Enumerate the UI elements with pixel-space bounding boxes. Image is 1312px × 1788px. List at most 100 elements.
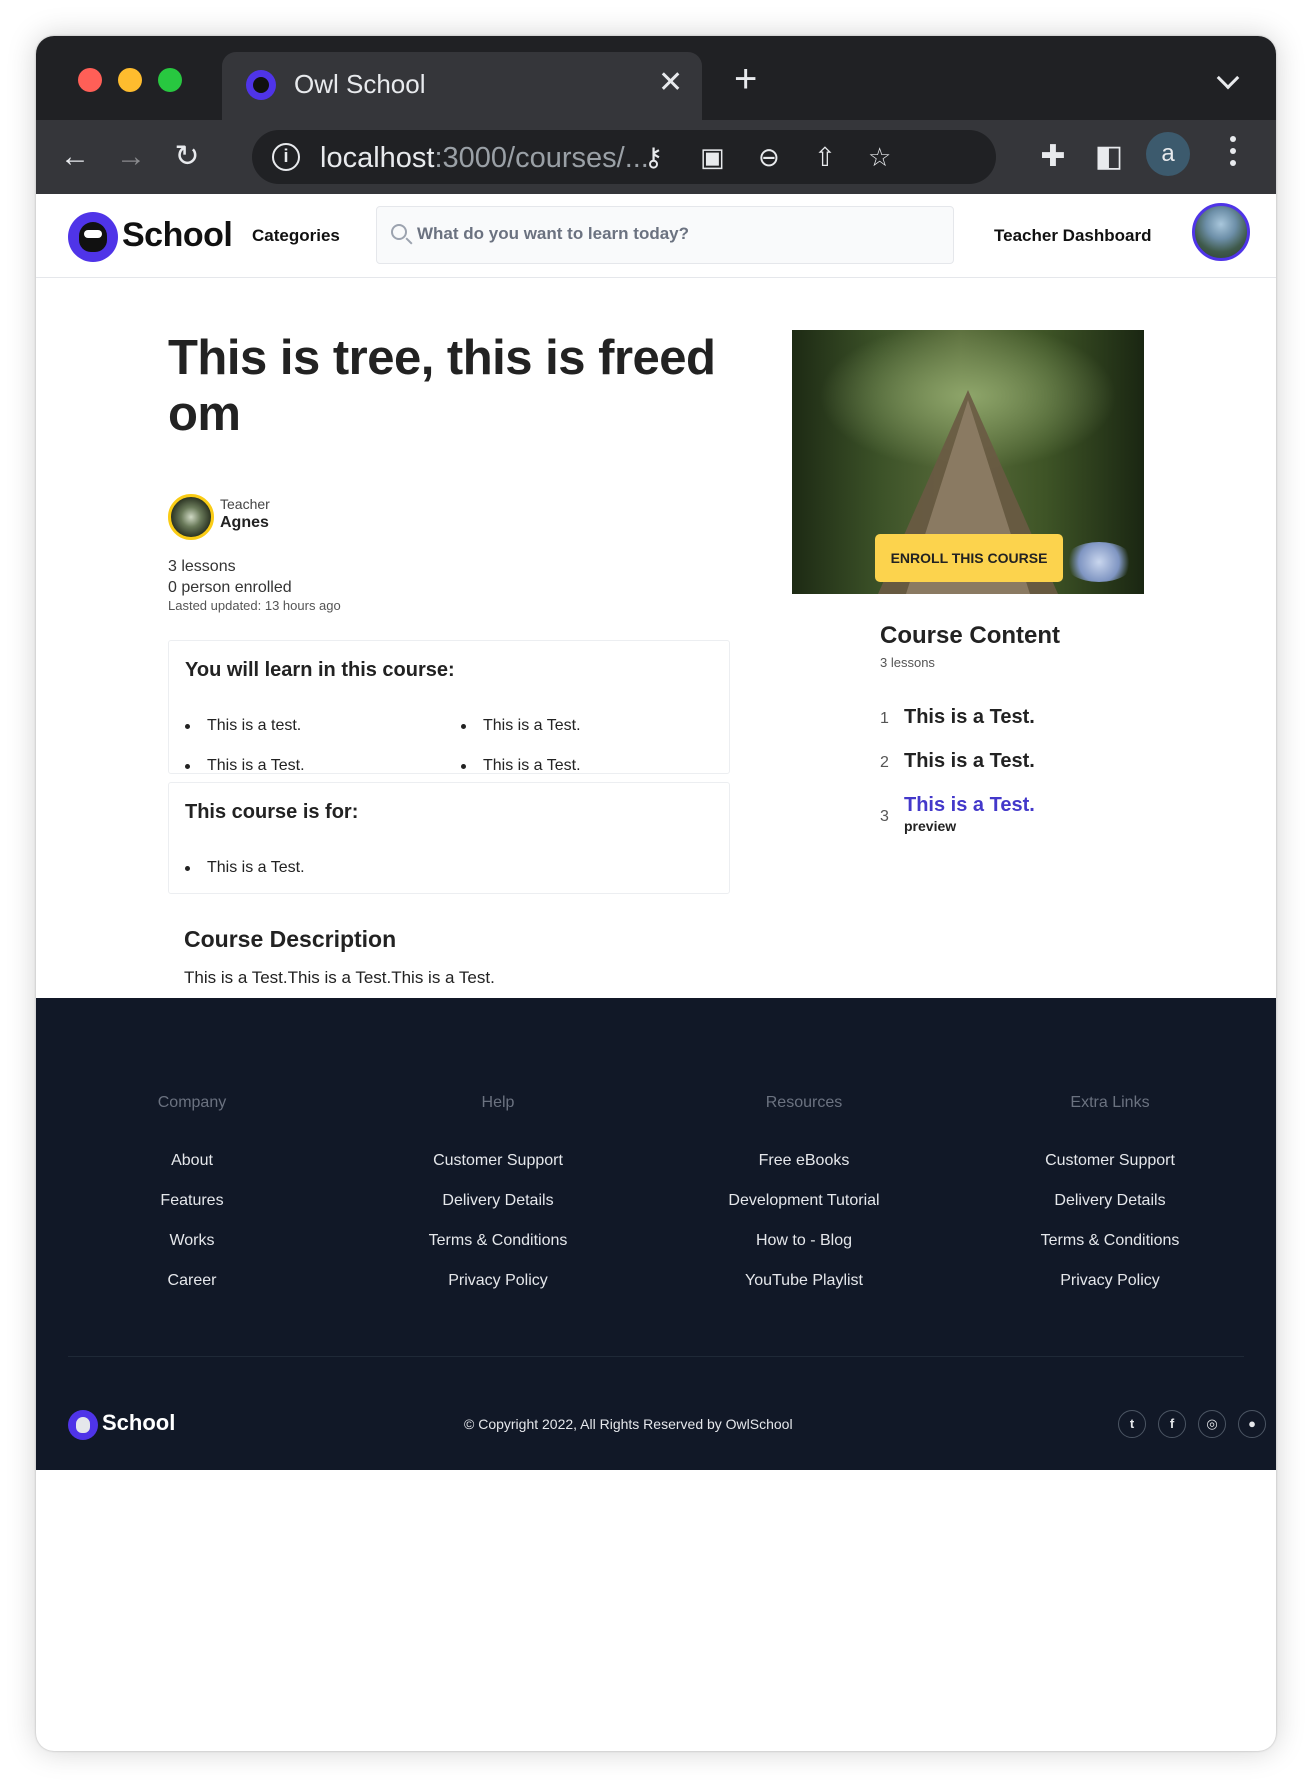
learn-item: This is a Test.: [461, 757, 581, 774]
footer-link[interactable]: Development Tutorial: [674, 1192, 934, 1232]
footer-link[interactable]: Customer Support: [368, 1152, 628, 1192]
search-icon: [391, 224, 407, 240]
forward-arrow-icon[interactable]: →: [112, 138, 150, 176]
teacher-name[interactable]: Agnes: [220, 514, 269, 532]
back-arrow-icon[interactable]: ←: [56, 138, 94, 176]
lesson-number: 2: [880, 754, 889, 771]
lesson-item-preview-link[interactable]: This is a Test.: [904, 794, 1035, 817]
footer-link[interactable]: About: [62, 1152, 322, 1192]
footer-link[interactable]: Career: [62, 1272, 322, 1312]
footer-link[interactable]: Customer Support: [980, 1152, 1240, 1192]
profile-avatar[interactable]: a: [1146, 132, 1190, 176]
footer-heading: Resources: [765, 1094, 843, 1111]
preview-tag: preview: [904, 818, 957, 834]
footer-heading: Company: [157, 1094, 227, 1111]
lesson-item[interactable]: This is a Test.: [904, 706, 1035, 729]
logo-text: School: [122, 216, 233, 254]
github-icon[interactable]: ●: [1238, 1410, 1266, 1438]
info-icon[interactable]: i: [272, 143, 300, 171]
footer-logo-text[interactable]: School: [102, 1410, 175, 1436]
audience-item: This is a Test.: [185, 859, 305, 876]
course-title: This is tree, this is freedom: [168, 331, 716, 441]
site-footer: Company About Features Works Career Help…: [36, 998, 1276, 1470]
footer-link[interactable]: YouTube Playlist: [674, 1272, 934, 1312]
footer-link[interactable]: Terms & Conditions: [980, 1232, 1240, 1272]
lesson-item[interactable]: This is a Test.: [904, 750, 1035, 773]
chevron-down-icon[interactable]: [1216, 66, 1240, 90]
footer-link[interactable]: Features: [62, 1192, 322, 1232]
instagram-icon[interactable]: ◎: [1198, 1410, 1226, 1438]
footer-link[interactable]: Terms & Conditions: [368, 1232, 628, 1272]
copyright-text: © Copyright 2022, All Rights Reserved by…: [464, 1416, 793, 1432]
maximize-window-button[interactable]: [158, 68, 182, 92]
enrolled-count: 0 person enrolled: [168, 579, 292, 596]
translate-icon[interactable]: ▣: [700, 142, 725, 172]
search-input[interactable]: [417, 224, 937, 244]
more-menu-icon[interactable]: [1230, 136, 1236, 172]
course-content-count: 3 lessons: [880, 655, 935, 670]
side-panel-icon[interactable]: ◧: [1090, 138, 1128, 176]
teacher-dashboard-link[interactable]: Teacher Dashboard: [994, 226, 1151, 246]
learn-title: You will learn in this course:: [185, 659, 455, 681]
browser-window: Owl School ✕ + ← → ↻ i localhost:3000/co…: [36, 36, 1276, 1751]
teacher-label: Teacher: [220, 496, 270, 512]
audience-box: This course is for: This is a Test.: [168, 782, 730, 894]
flowers-shape: [1064, 542, 1134, 582]
learn-item: This is a Test.: [185, 757, 305, 774]
footer-column-resources: Resources Free eBooks Development Tutori…: [674, 1094, 934, 1312]
url-path: :3000/courses/...: [434, 142, 649, 174]
browser-toolbar: ← → ↻ i localhost:3000/courses/... ⚷ ▣ ⊖…: [36, 120, 1276, 194]
learn-item: This is a Test.: [461, 717, 581, 734]
user-avatar[interactable]: [1192, 203, 1250, 261]
reload-icon[interactable]: ↻: [168, 138, 206, 176]
url-host: localhost: [320, 142, 435, 174]
facebook-icon[interactable]: f: [1158, 1410, 1186, 1438]
close-window-button[interactable]: [78, 68, 102, 92]
share-icon[interactable]: ⇧: [814, 142, 836, 172]
owl-favicon-icon: [246, 70, 276, 100]
footer-link[interactable]: Free eBooks: [674, 1152, 934, 1192]
course-content-title: Course Content: [880, 622, 1060, 649]
description-title: Course Description: [184, 926, 397, 952]
zoom-out-icon[interactable]: ⊖: [758, 142, 780, 172]
browser-tab[interactable]: Owl School ✕: [222, 52, 702, 120]
key-icon[interactable]: ⚷: [644, 142, 663, 172]
footer-column-help: Help Customer Support Delivery Details T…: [368, 1094, 628, 1312]
footer-link[interactable]: Works: [62, 1232, 322, 1272]
twitter-icon[interactable]: t: [1118, 1410, 1146, 1438]
page-content: School Categories Teacher Dashboard This…: [36, 194, 1276, 1470]
footer-heading: Help: [481, 1094, 515, 1111]
lessons-count: 3 lessons: [168, 558, 236, 575]
last-updated: Lasted updated: 13 hours ago: [168, 598, 341, 613]
description-text: This is a Test.This is a Test.This is a …: [184, 968, 495, 987]
footer-link[interactable]: Privacy Policy: [368, 1272, 628, 1312]
footer-column-company: Company About Features Works Career: [62, 1094, 322, 1312]
browser-tab-bar: Owl School ✕ +: [36, 36, 1276, 120]
audience-title: This course is for:: [185, 801, 359, 823]
footer-divider: [68, 1356, 1244, 1357]
tab-close-icon[interactable]: ✕: [658, 66, 683, 100]
owl-logo-icon[interactable]: [68, 1410, 98, 1440]
extensions-puzzle-icon[interactable]: ✚: [1034, 138, 1072, 176]
footer-link[interactable]: Privacy Policy: [980, 1272, 1240, 1312]
lesson-number: 3: [880, 808, 889, 825]
footer-column-extra-links: Extra Links Customer Support Delivery De…: [980, 1094, 1240, 1312]
address-bar[interactable]: i localhost:3000/courses/... ⚷ ▣ ⊖ ⇧ ☆: [252, 130, 996, 184]
minimize-window-button[interactable]: [118, 68, 142, 92]
owl-logo-icon: [68, 212, 118, 262]
new-tab-button[interactable]: +: [734, 59, 757, 99]
search-box[interactable]: [376, 206, 954, 264]
footer-link[interactable]: Delivery Details: [368, 1192, 628, 1232]
url-text[interactable]: localhost:3000/courses/...: [320, 142, 649, 175]
footer-heading: Extra Links: [1070, 1094, 1150, 1111]
footer-link[interactable]: How to - Blog: [674, 1232, 934, 1272]
learn-item: This is a test.: [184, 717, 302, 734]
site-navbar: School Categories Teacher Dashboard: [36, 194, 1276, 278]
learn-outcomes-box: You will learn in this course: This is a…: [168, 640, 730, 774]
categories-link[interactable]: Categories: [252, 226, 340, 246]
bookmark-star-icon[interactable]: ☆: [868, 142, 891, 172]
footer-link[interactable]: Delivery Details: [980, 1192, 1240, 1232]
enroll-button[interactable]: ENROLL THIS COURSE: [875, 534, 1063, 582]
tab-title: Owl School: [294, 69, 426, 99]
teacher-avatar[interactable]: [168, 494, 214, 540]
